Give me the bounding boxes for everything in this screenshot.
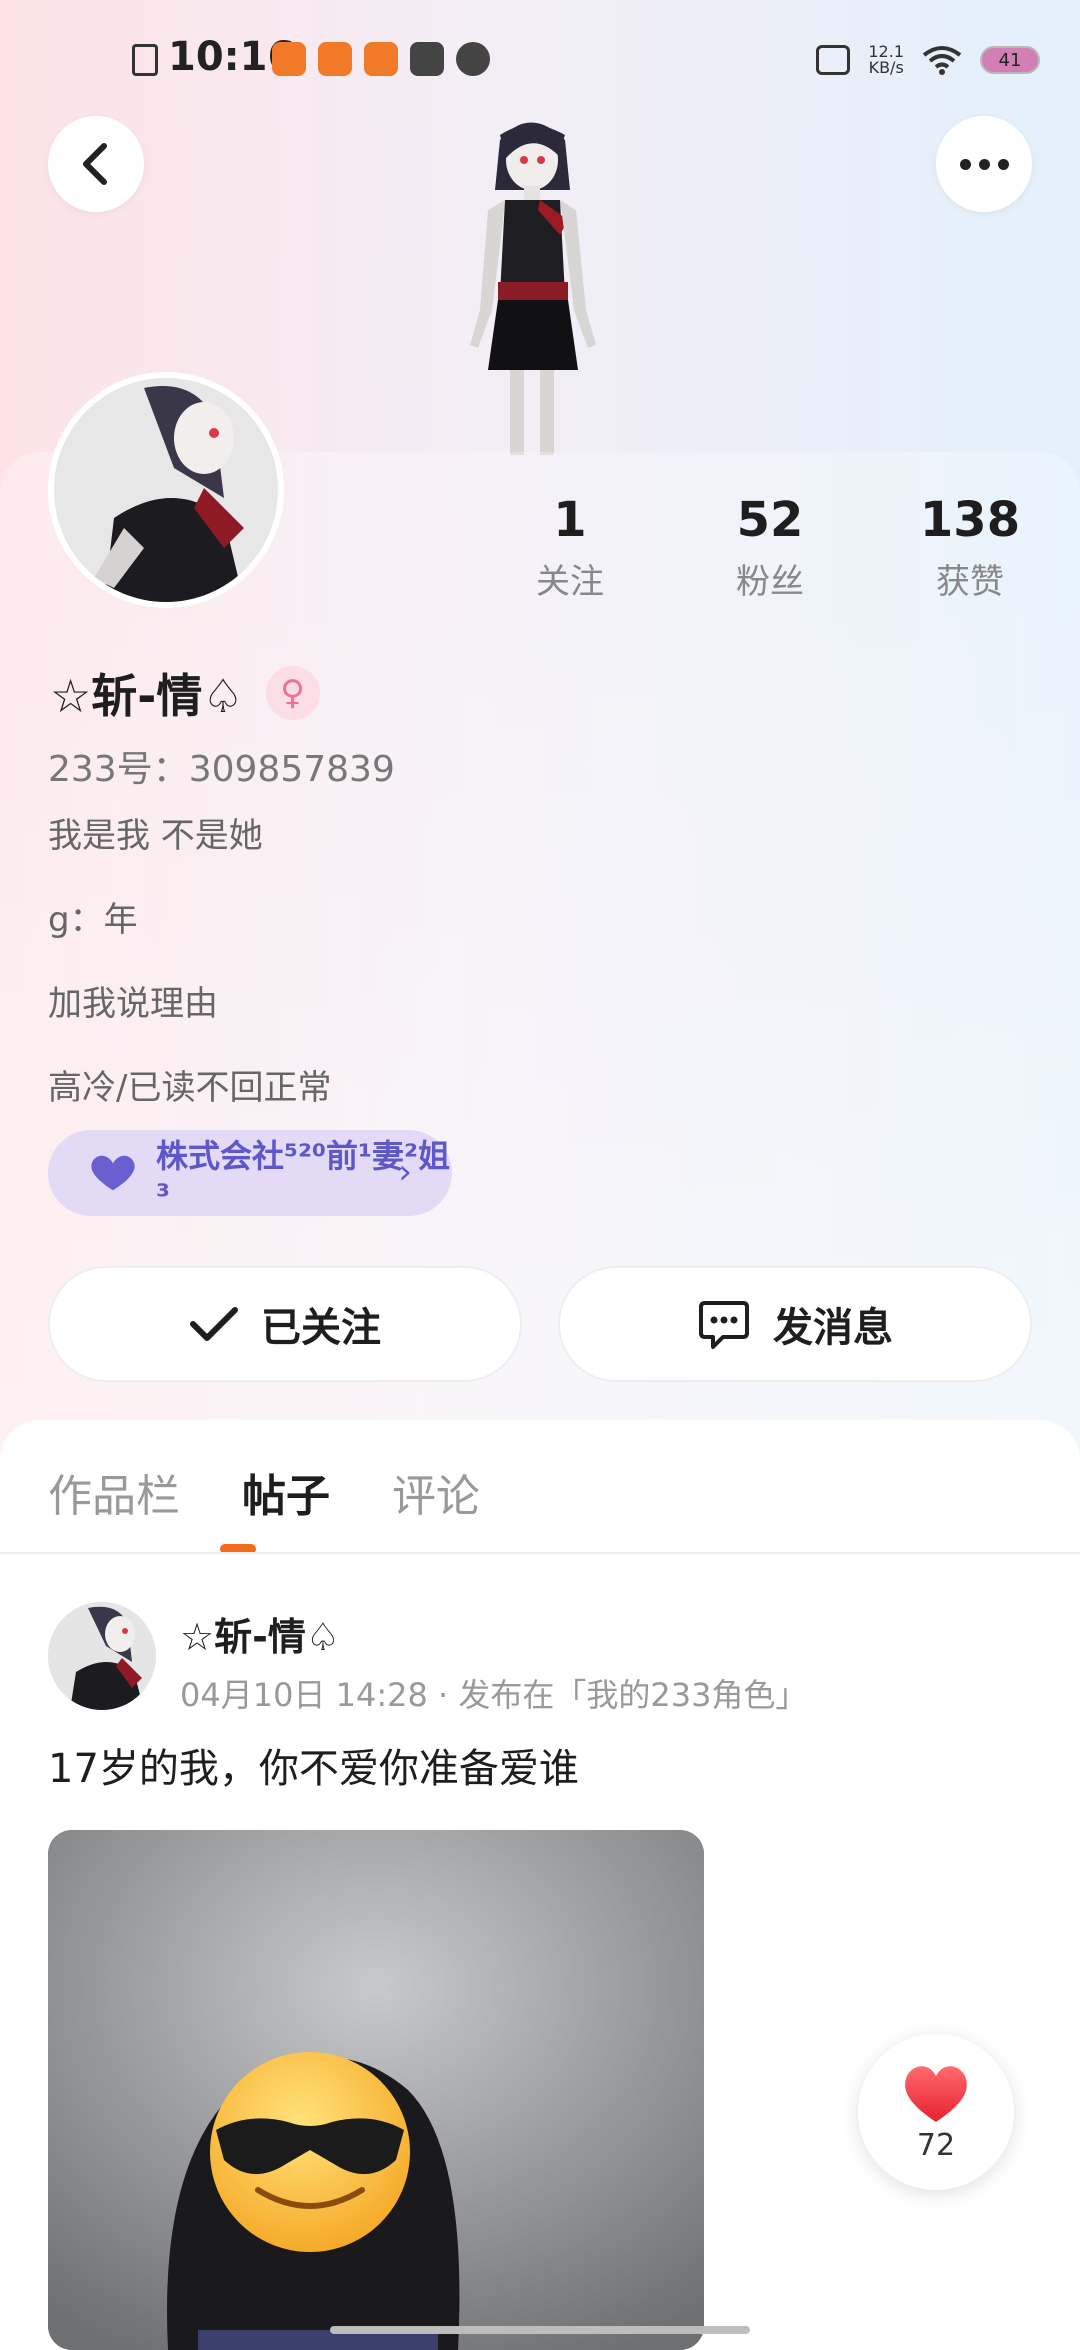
no-sim-icon xyxy=(132,44,158,76)
app-notification-icon xyxy=(318,42,352,76)
stat-value: 52 xyxy=(736,492,804,548)
message-button-label: 发消息 xyxy=(773,1305,893,1351)
stat-label: 关注 xyxy=(536,562,604,602)
profile-tabs: 作品栏 帖子 评论 xyxy=(48,1460,480,1524)
more-dots-icon xyxy=(959,158,1009,170)
profile-name: ☆斩-情♤ xyxy=(50,669,244,723)
stat-label: 粉丝 xyxy=(736,562,804,602)
following-button-label: 已关注 xyxy=(261,1305,381,1351)
profile-bio-line: 加我说理由 xyxy=(48,984,218,1024)
status-bar: 10:16 12.1 KB/s 41 xyxy=(0,0,1080,120)
vibrate-icon xyxy=(816,45,851,75)
character-avatar-full xyxy=(470,122,596,455)
tabs-divider xyxy=(0,1552,1080,1554)
tab-posts[interactable]: 帖子 xyxy=(242,1460,330,1524)
video-app-icon xyxy=(410,42,444,76)
stat-value: 138 xyxy=(919,492,1021,548)
profile-bio-line: 高冷/已读不回正常 xyxy=(48,1068,332,1108)
tab-comments[interactable]: 评论 xyxy=(392,1460,480,1524)
content-area: 作品栏 帖子 评论 ☆斩-情♤ 04月10日 14:28 · 发布在「我的233… xyxy=(0,1420,1080,2350)
back-button[interactable] xyxy=(48,116,144,212)
profile-bio-line: g：年 xyxy=(48,900,138,940)
app-notification-icon xyxy=(456,42,490,76)
chat-bubble-icon xyxy=(699,1301,749,1349)
relationship-tag[interactable]: 株式会社⁵²⁰前¹妻²姐³ › xyxy=(48,1130,452,1216)
post-author-avatar[interactable] xyxy=(48,1602,156,1710)
post-text: 17岁的我，你不爱你准备爱谁 xyxy=(48,1746,579,1792)
avatar-image xyxy=(54,378,278,602)
stat-likes[interactable]: 138 获赞 xyxy=(870,492,1070,603)
like-button[interactable]: 72 xyxy=(858,2034,1014,2190)
post-meta: 04月10日 14:28 · 发布在「我的233角色」 xyxy=(180,1676,808,1714)
check-icon xyxy=(190,1307,238,1341)
stat-followers[interactable]: 52 粉丝 xyxy=(670,492,870,603)
stat-value: 1 xyxy=(553,492,587,548)
wifi-icon xyxy=(922,46,962,75)
heart-icon xyxy=(91,1155,135,1191)
following-button[interactable]: 已关注 xyxy=(48,1266,522,1382)
avatar-image xyxy=(48,1602,156,1710)
home-indicator[interactable] xyxy=(330,2326,750,2334)
message-button[interactable]: 发消息 xyxy=(558,1266,1032,1382)
like-count: 72 xyxy=(916,2127,956,2163)
stat-label: 获赞 xyxy=(936,562,1004,602)
post-author-name[interactable]: ☆斩-情♤ xyxy=(180,1606,340,1661)
tab-works[interactable]: 作品栏 xyxy=(48,1460,180,1524)
app-notification-icon xyxy=(272,42,306,76)
network-speed: 12.1 KB/s xyxy=(868,42,904,77)
profile-uid[interactable]: 233号：309857839 xyxy=(48,740,395,792)
profile-stats: 1 关注 52 粉丝 138 获赞 xyxy=(470,492,1070,603)
profile-avatar[interactable] xyxy=(48,372,284,608)
profile-bio-line: 我是我 不是她 xyxy=(48,816,263,856)
post-photo xyxy=(48,1830,704,2350)
stat-following[interactable]: 1 关注 xyxy=(470,492,670,603)
profile-name-row: ☆斩-情♤ ♀ xyxy=(50,660,320,726)
more-button[interactable] xyxy=(936,116,1032,212)
chevron-right-icon: › xyxy=(398,1152,412,1192)
battery-indicator: 41 xyxy=(980,46,1040,74)
female-gender-icon: ♀ xyxy=(265,666,320,720)
post-image[interactable] xyxy=(48,1830,704,2350)
app-notification-icon xyxy=(364,42,398,76)
heart-icon xyxy=(905,2065,967,2122)
chevron-left-icon xyxy=(83,143,107,185)
